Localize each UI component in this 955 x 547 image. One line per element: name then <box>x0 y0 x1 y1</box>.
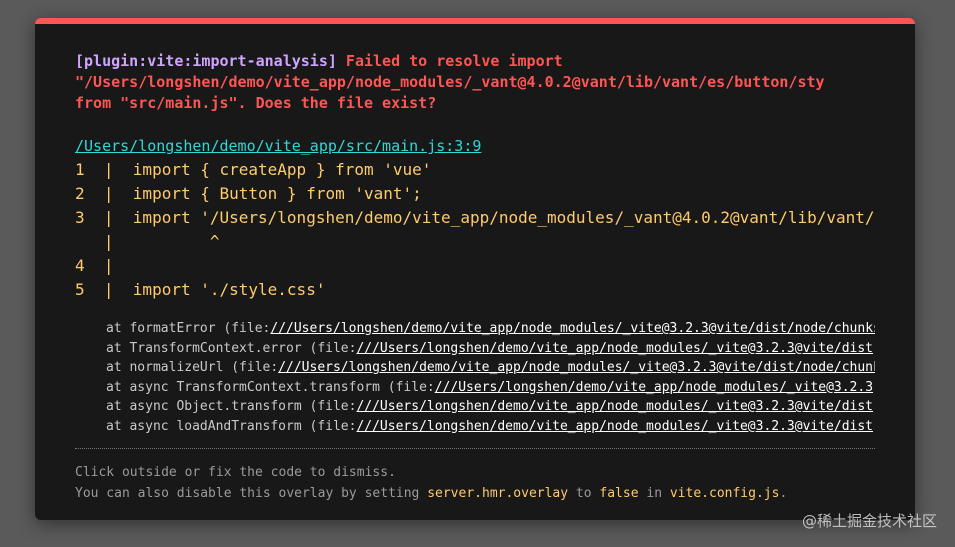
plugin-name: [plugin:vite:import-analysis] <box>75 52 337 70</box>
stack-file-link[interactable]: ///Users/longshen/demo/vite_app/node_mod… <box>356 399 873 414</box>
stack-line: at async Object.transform (file:///Users… <box>106 397 875 417</box>
stack-prefix: at normalizeUrl (file: <box>106 360 279 375</box>
tip-line1: Click outside or fix the code to dismiss… <box>75 465 396 480</box>
stack-prefix: at TransformContext.error (file: <box>106 340 357 356</box>
stack-file-link[interactable]: ///Users/longshen/demo/vite_app/node_mod… <box>356 419 873 434</box>
tip-code-file: vite.config.js <box>669 486 780 501</box>
tip-line2-mid2: in <box>638 486 670 501</box>
watermark: @稀土掘金技术社区 <box>802 510 937 531</box>
tip-divider <box>75 448 875 449</box>
stack-prefix: at async TransformContext.transform (fil… <box>106 379 435 395</box>
tip-line2-end: . <box>779 486 788 501</box>
stack-line: at async loadAndTransform (file:///Users… <box>106 417 875 437</box>
stack-trace: at formatError (file:///Users/longshen/d… <box>106 319 875 436</box>
error-message-line3: from "src/main.js". Does the file exist? <box>75 94 437 112</box>
tip-code-value: false <box>599 486 639 501</box>
error-message-line1: Failed to resolve import <box>336 52 563 70</box>
tip-line2-pre: You can also disable this overlay by set… <box>75 486 428 501</box>
stack-line: at formatError (file:///Users/longshen/d… <box>106 319 875 339</box>
error-overlay: [plugin:vite:import-analysis] Failed to … <box>35 18 915 520</box>
code-frame-line: 2 | import { Button } from 'vant'; <box>75 184 422 203</box>
code-frame-line: 5 | import './style.css' <box>75 280 326 299</box>
code-frame-line: 4 | <box>75 256 114 275</box>
code-frame: 1 | import { createApp } from 'vue' 2 | … <box>75 158 875 302</box>
stack-line: at normalizeUrl (file:///Users/longshen/… <box>106 358 875 378</box>
stack-prefix: at async Object.transform (file: <box>106 399 357 414</box>
stack-file-link[interactable]: ///Users/longshen/demo/vite_app/node_mod… <box>356 341 873 356</box>
stack-line: at async TransformContext.transform (fil… <box>106 378 875 398</box>
error-file-link[interactable]: /Users/longshen/demo/vite_app/src/main.j… <box>75 136 481 157</box>
stack-file-link[interactable]: ///Users/longshen/demo/vite_app/node_mod… <box>278 360 875 375</box>
dismiss-tip: Click outside or fix the code to dismiss… <box>75 462 875 504</box>
tip-line2-mid: to <box>568 486 600 501</box>
error-message-line2: "/Users/longshen/demo/vite_app/node_modu… <box>75 73 825 91</box>
code-frame-line: 1 | import { createApp } from 'vue' <box>75 160 432 179</box>
code-frame-caret-line: | ^ <box>75 232 220 251</box>
stack-file-link[interactable]: ///Users/longshen/demo/vite_app/node_mod… <box>270 321 875 336</box>
watermark-text: @稀土掘金技术社区 <box>801 512 937 530</box>
tip-code-setting: server.hmr.overlay <box>427 486 569 501</box>
stack-file-link[interactable]: ///Users/longshen/demo/vite_app/node_mod… <box>435 380 873 395</box>
stack-prefix: at formatError (file: <box>106 321 271 336</box>
stack-line: at TransformContext.error (file:///Users… <box>106 339 875 359</box>
code-frame-line: 3 | import '/Users/longshen/demo/vite_ap… <box>75 208 875 227</box>
error-message: [plugin:vite:import-analysis] Failed to … <box>75 51 875 114</box>
stack-prefix: at async loadAndTransform (file: <box>106 418 357 434</box>
